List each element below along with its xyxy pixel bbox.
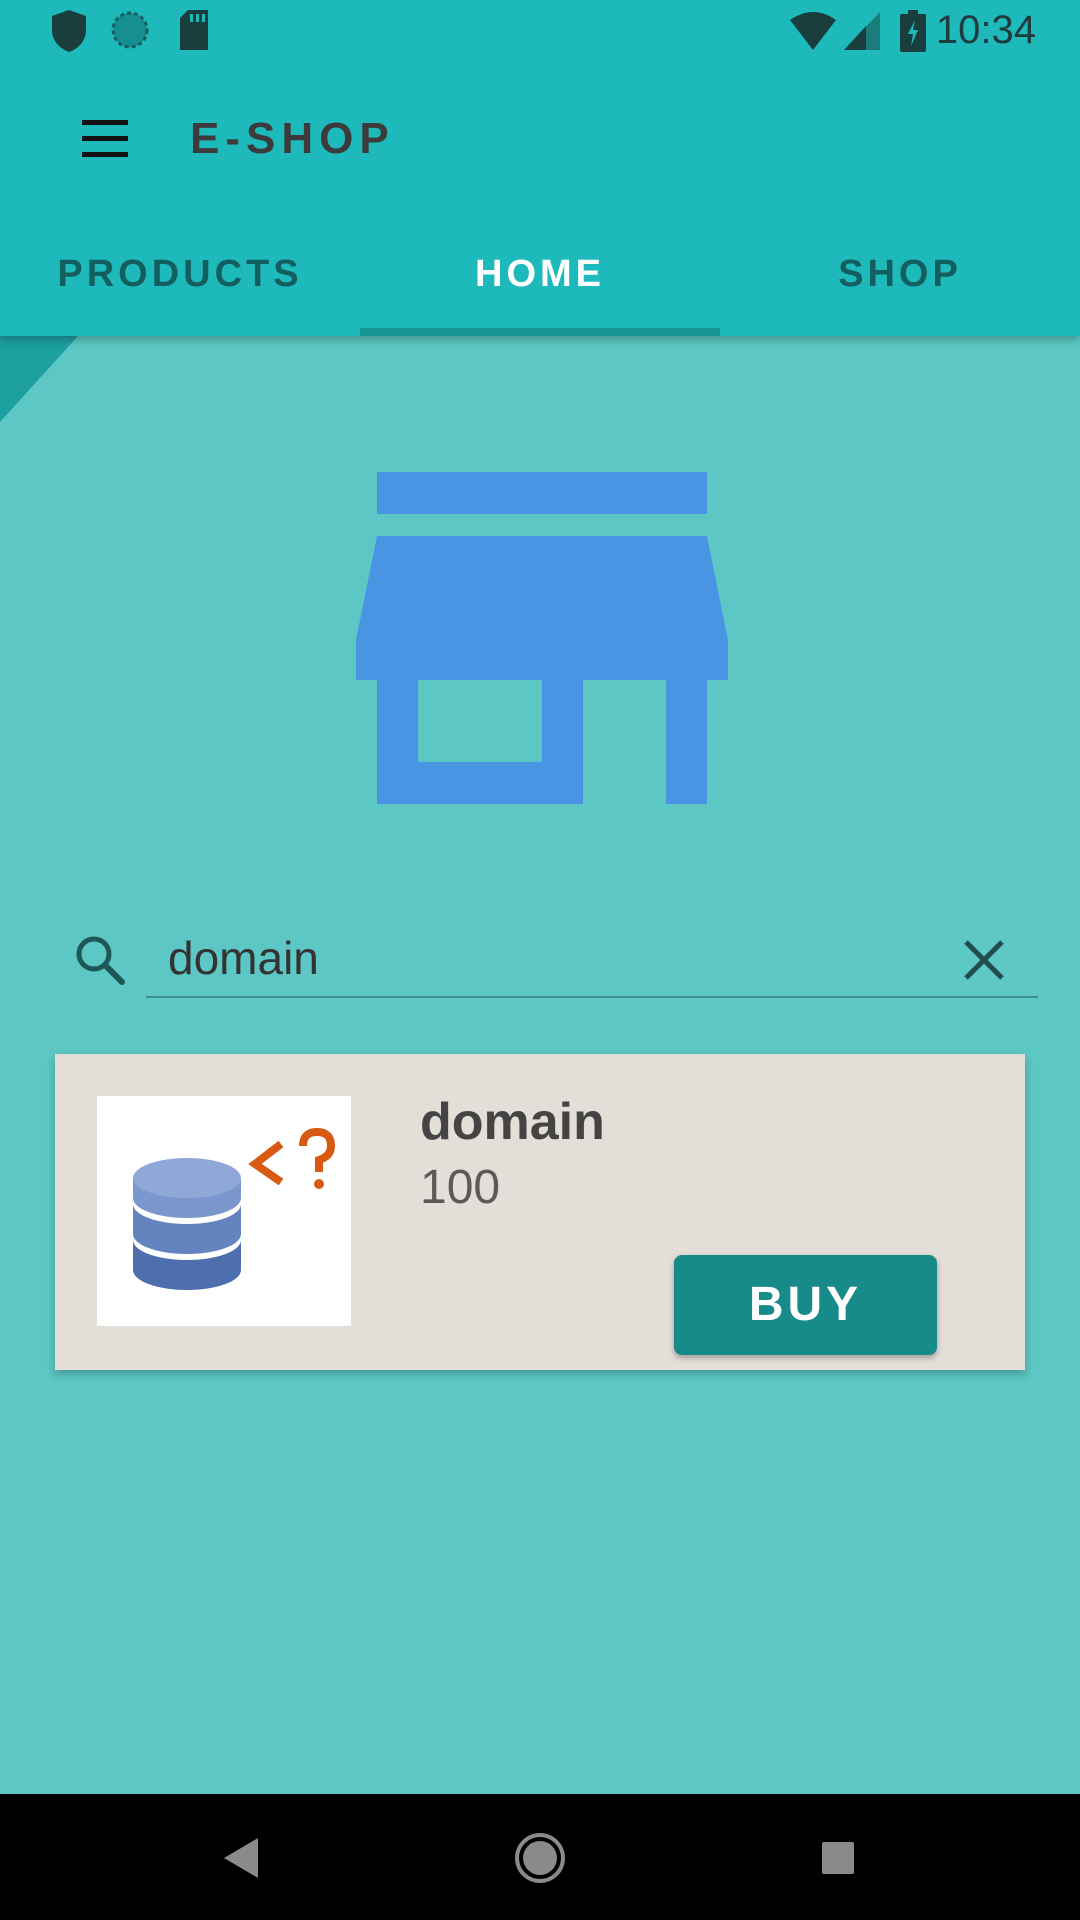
- tab-shop[interactable]: SHOP: [720, 214, 1080, 336]
- shield-icon: [52, 10, 86, 52]
- status-bar: 10:34: [0, 0, 1080, 64]
- close-icon[interactable]: [956, 932, 1012, 988]
- corner-fold: [0, 336, 78, 422]
- app-bar: 10:34 E-SHOP PRODUCTS HOME SHOP: [0, 0, 1080, 336]
- tab-bar: PRODUCTS HOME SHOP: [0, 214, 1080, 336]
- tab-products[interactable]: PRODUCTS: [0, 214, 360, 336]
- wifi-icon: [790, 12, 836, 50]
- toolbar: E-SHOP: [0, 64, 1080, 214]
- tab-home[interactable]: HOME: [360, 214, 720, 336]
- search-input[interactable]: [148, 918, 968, 998]
- sync-icon: [111, 11, 149, 49]
- product-image: [97, 1096, 351, 1326]
- app-title: E-SHOP: [190, 114, 395, 163]
- buy-button[interactable]: BUY: [674, 1255, 937, 1355]
- search-underline: [146, 996, 1038, 998]
- database-question-icon: [133, 1127, 336, 1290]
- tab-indicator: [360, 328, 720, 336]
- status-time: 10:34: [935, 8, 1036, 52]
- search-icon: [76, 936, 125, 985]
- battery-charging-icon: [900, 10, 926, 52]
- product-name: domain: [420, 1093, 605, 1151]
- store-icon: [356, 472, 728, 804]
- search-bar: [72, 918, 1038, 1000]
- product-price: 100: [420, 1161, 501, 1214]
- menu-icon[interactable]: [70, 104, 140, 174]
- sd-card-icon: [180, 10, 208, 50]
- product-card[interactable]: domain 100 BUY: [55, 1054, 1025, 1370]
- home-icon[interactable]: [512, 1830, 568, 1886]
- signal-icon: [844, 12, 880, 50]
- back-icon[interactable]: [214, 1830, 270, 1886]
- navigation-bar: [0, 1794, 1080, 1920]
- recents-icon[interactable]: [810, 1830, 866, 1886]
